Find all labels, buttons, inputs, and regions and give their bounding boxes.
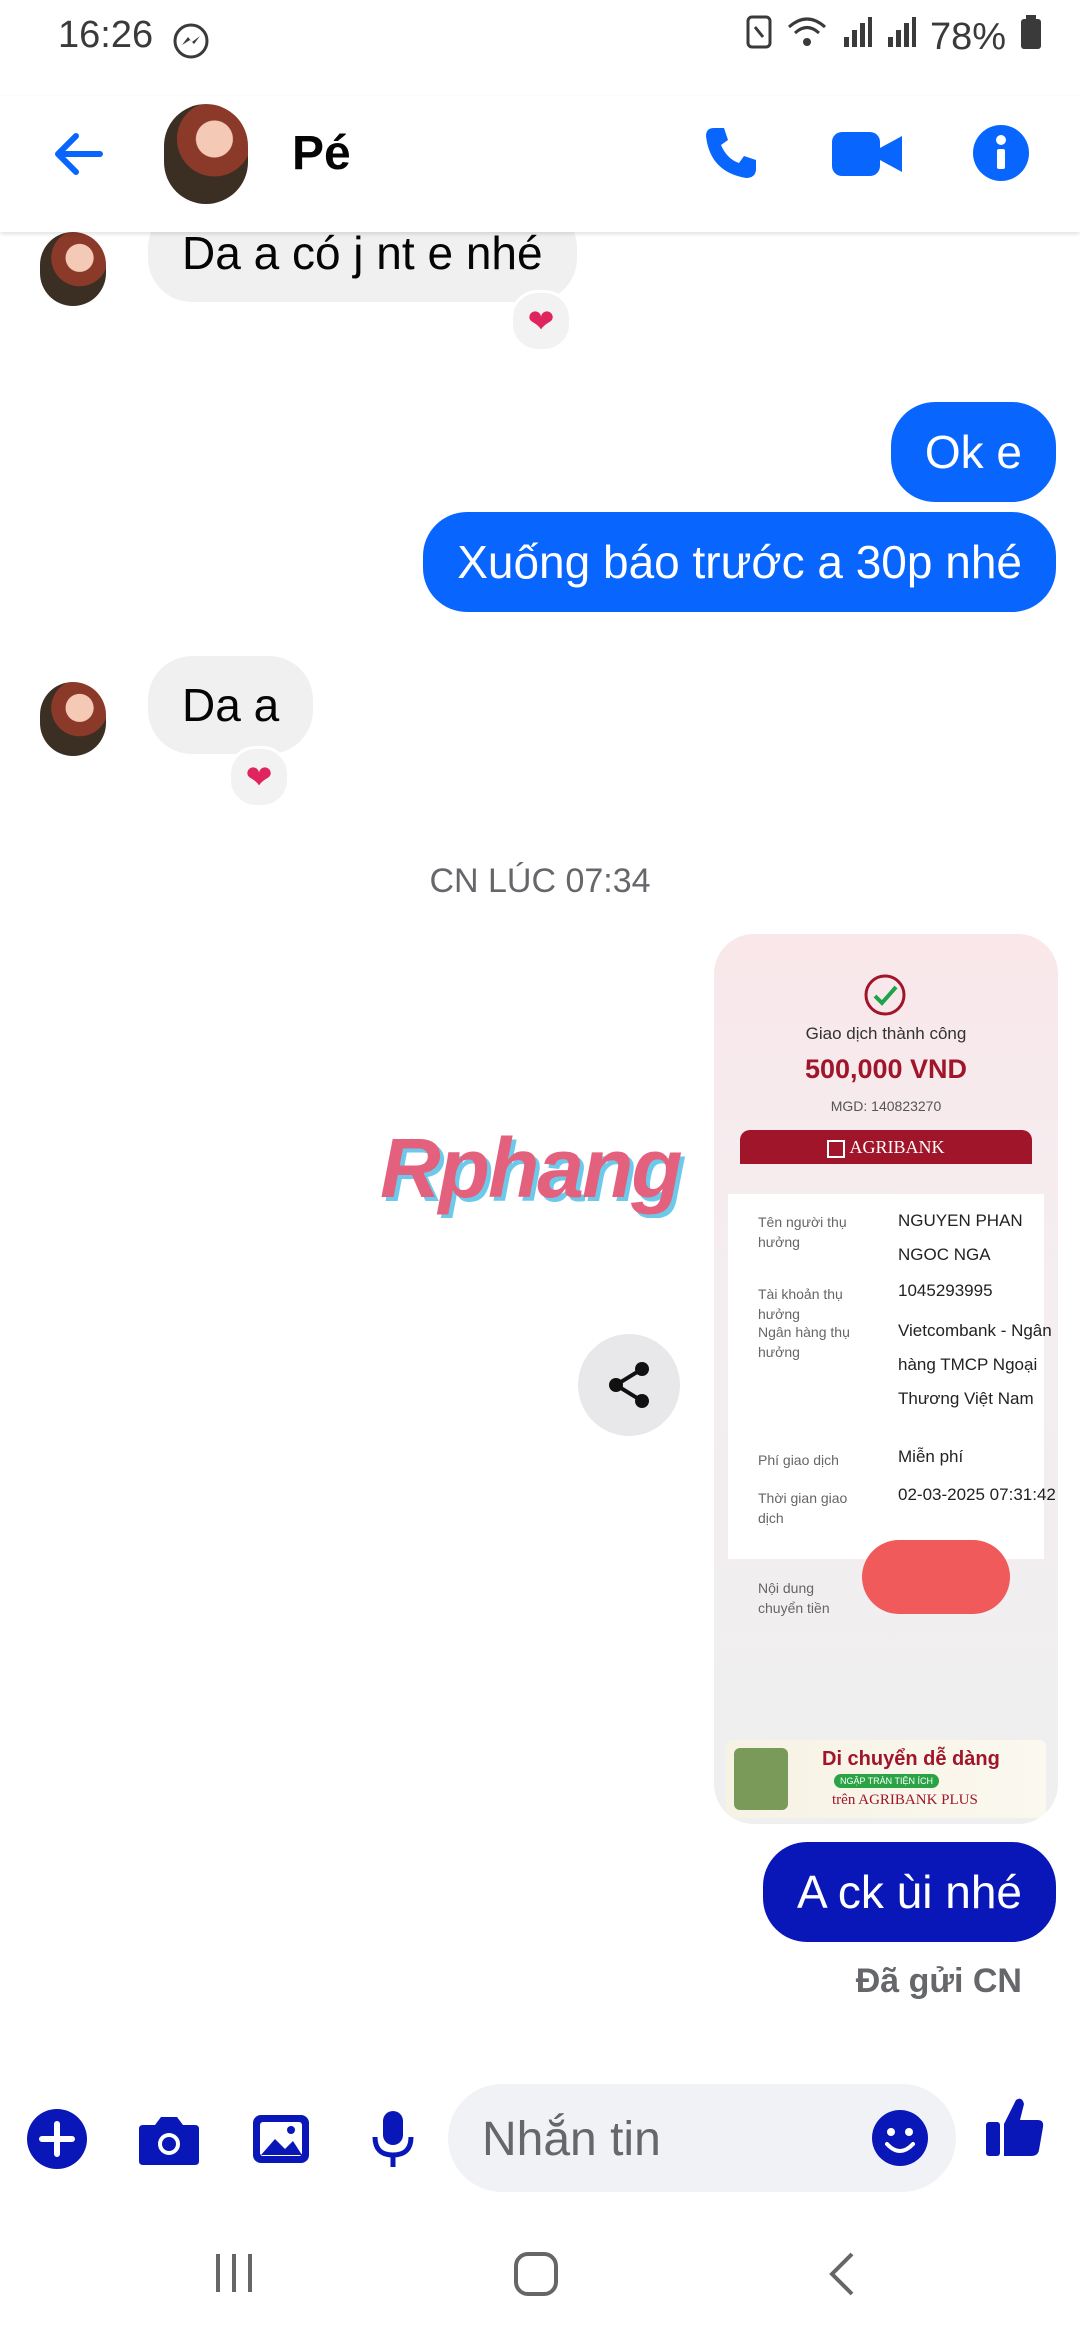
receipt-code: MGD: 140823270 — [830, 1098, 942, 1114]
share-button[interactable] — [578, 1334, 680, 1436]
receipt-details-card: Tên người thụ hưởng NGUYEN PHAN NGOC NGA… — [728, 1194, 1056, 1616]
phone-call-icon[interactable] — [700, 122, 762, 189]
detail-value: 02-03-2025 07:31:42 — [898, 1485, 1056, 1504]
home-icon[interactable] — [512, 2250, 560, 2303]
microphone-icon[interactable] — [360, 2106, 426, 2172]
video-call-icon[interactable] — [830, 128, 904, 185]
emoji-icon[interactable] — [870, 2108, 930, 2173]
detail-label: Tài khoản thụ hưởng — [758, 1286, 843, 1322]
messenger-notification-icon — [172, 22, 210, 65]
agribank-plus-ad[interactable]: Di chuyển dễ dàng NGẬP TRÀN TIỆN ÍCH trê… — [726, 1740, 1046, 1818]
agribank-logo-icon — [827, 1139, 846, 1158]
ad-badge: NGẬP TRÀN TIỆN ÍCH — [834, 1774, 940, 1788]
signal-icon-1 — [842, 15, 872, 59]
detail-value: Vietcombank - Ngân hàng TMCP Ngoại Thươn… — [898, 1321, 1052, 1408]
detail-label: Tên người thụ hưởng — [758, 1214, 847, 1250]
ad-subtitle: trên AGRIBANK PLUS — [832, 1792, 978, 1808]
sent-status: Đã gửi CN — [855, 1962, 1022, 2000]
sender-avatar[interactable] — [40, 232, 106, 306]
back-arrow-icon[interactable] — [48, 124, 108, 189]
receipt-amount: 500,000 VND — [804, 1054, 968, 1084]
heart-reaction-icon[interactable]: ❤ — [510, 290, 572, 352]
message-incoming[interactable]: Da a — [148, 656, 314, 754]
detail-label: Nội dung chuyển tiền — [758, 1580, 830, 1616]
chat-header — [0, 96, 1080, 232]
status-time: 16:26 — [58, 14, 154, 56]
camera-icon[interactable] — [136, 2106, 202, 2172]
thumbs-up-icon[interactable] — [982, 2094, 1048, 2160]
receipt-image[interactable]: Giao dịch thành công 500,000 VND MGD: 14… — [714, 934, 1058, 1824]
bank-banner: AGRIBANK — [740, 1130, 1032, 1164]
success-check-icon — [862, 972, 908, 1023]
bank-name: AGRIBANK — [849, 1137, 945, 1157]
detail-label: Phí giao dịch — [758, 1452, 839, 1468]
wifi-icon — [786, 15, 828, 59]
message-outgoing[interactable]: Xuống báo trước a 30p nhé — [423, 512, 1056, 612]
back-nav-icon[interactable] — [824, 2250, 858, 2303]
detail-value: NGUYEN PHAN NGOC NGA — [898, 1211, 1023, 1264]
info-icon[interactable] — [972, 124, 1030, 187]
message-input-placeholder: Nhắn tin — [482, 2113, 661, 2166]
receipt-title: Giao dịch thành công — [805, 1024, 967, 1043]
detail-label: Thời gian giao dịch — [758, 1490, 848, 1526]
watermark-logo: Rphang — [380, 1121, 683, 1215]
message-outgoing[interactable]: A ck ùi nhé — [762, 1842, 1056, 1942]
ad-title: Di chuyển dễ dàng — [822, 1748, 1000, 1770]
contact-avatar[interactable] — [164, 104, 248, 204]
heart-reaction-icon[interactable]: ❤ — [228, 746, 290, 808]
detail-value: 1045293995 — [898, 1281, 993, 1300]
message-input[interactable]: Nhắn tin — [448, 2084, 956, 2192]
battery-icon — [1020, 14, 1042, 60]
ad-illustration — [734, 1748, 788, 1810]
nfc-icon — [746, 15, 772, 59]
recent-apps-icon[interactable] — [210, 2250, 258, 2301]
contact-name[interactable]: Pé — [292, 126, 351, 181]
detail-label: Ngân hàng thụ hưởng — [758, 1324, 850, 1360]
status-icons: 78% — [746, 14, 1042, 60]
message-outgoing[interactable]: Ok e — [890, 402, 1056, 502]
signal-icon-2 — [886, 15, 916, 59]
redaction-scribble — [862, 1540, 1010, 1614]
detail-value: Miễn phí — [898, 1447, 964, 1466]
share-icon — [609, 1362, 649, 1408]
plus-icon[interactable] — [24, 2106, 90, 2172]
sender-avatar[interactable] — [40, 682, 106, 756]
battery-percent: 78% — [929, 15, 1006, 58]
gallery-icon[interactable] — [248, 2106, 314, 2172]
timestamp-divider: CN LÚC 07:34 — [429, 862, 651, 900]
